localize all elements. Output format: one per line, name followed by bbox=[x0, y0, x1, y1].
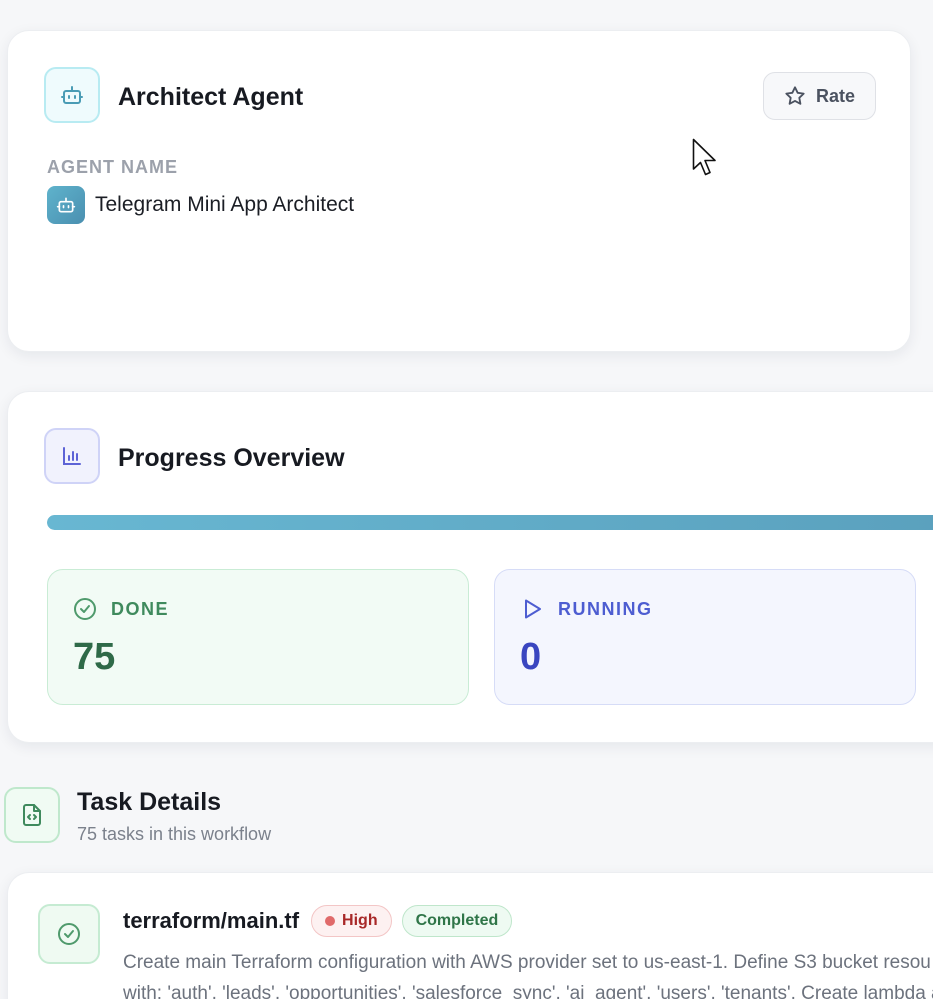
done-count: 75 bbox=[73, 636, 116, 678]
done-stat: DONE 75 bbox=[47, 569, 469, 705]
task-details-subtitle: 75 tasks in this workflow bbox=[77, 824, 272, 844]
agent-avatar bbox=[47, 186, 85, 224]
bar-chart-icon bbox=[44, 428, 100, 484]
running-stat: RUNNING 0 bbox=[494, 569, 916, 705]
robot-icon bbox=[56, 197, 76, 213]
progress-bar-fill bbox=[47, 515, 933, 530]
priority-badge: High bbox=[311, 905, 392, 937]
agent-card-title: Architect Agent bbox=[118, 83, 304, 111]
rate-label: Rate bbox=[815, 85, 855, 106]
mouse-cursor-icon bbox=[692, 138, 716, 176]
check-circle-icon bbox=[74, 598, 96, 620]
progress-card-title: Progress Overview bbox=[118, 444, 345, 472]
task-description: Create main Terraform configuration with… bbox=[123, 952, 933, 999]
rate-button[interactable]: Rate bbox=[763, 72, 876, 120]
agent-name-value: Telegram Mini App Architect bbox=[95, 193, 355, 216]
task-details-title: Task Details bbox=[77, 788, 222, 816]
play-icon bbox=[525, 599, 541, 619]
code-file-icon bbox=[4, 787, 60, 843]
task-file-name: terraform/main.tf bbox=[123, 908, 300, 933]
star-icon bbox=[785, 86, 805, 105]
progress-card: Progress Overview DONE 75 RUNNING 0 bbox=[7, 391, 933, 743]
agent-card: Architect Agent Rate AGENT NAME Telegram… bbox=[7, 30, 911, 352]
priority-label: High bbox=[342, 912, 378, 929]
agent-name-row: Telegram Mini App Architect bbox=[47, 186, 354, 224]
running-label: RUNNING bbox=[558, 598, 653, 619]
status-badge: Completed bbox=[401, 905, 513, 937]
progress-bar bbox=[47, 515, 933, 530]
running-count: 0 bbox=[520, 636, 542, 678]
task-card[interactable]: terraform/main.tf High Completed Create … bbox=[7, 872, 933, 999]
agent-name-label: AGENT NAME bbox=[47, 157, 178, 177]
done-label: DONE bbox=[111, 598, 170, 619]
check-circle-icon bbox=[38, 904, 100, 964]
robot-icon bbox=[44, 67, 100, 123]
priority-dot bbox=[325, 916, 336, 926]
task-title-row: terraform/main.tf High Completed bbox=[123, 905, 513, 937]
